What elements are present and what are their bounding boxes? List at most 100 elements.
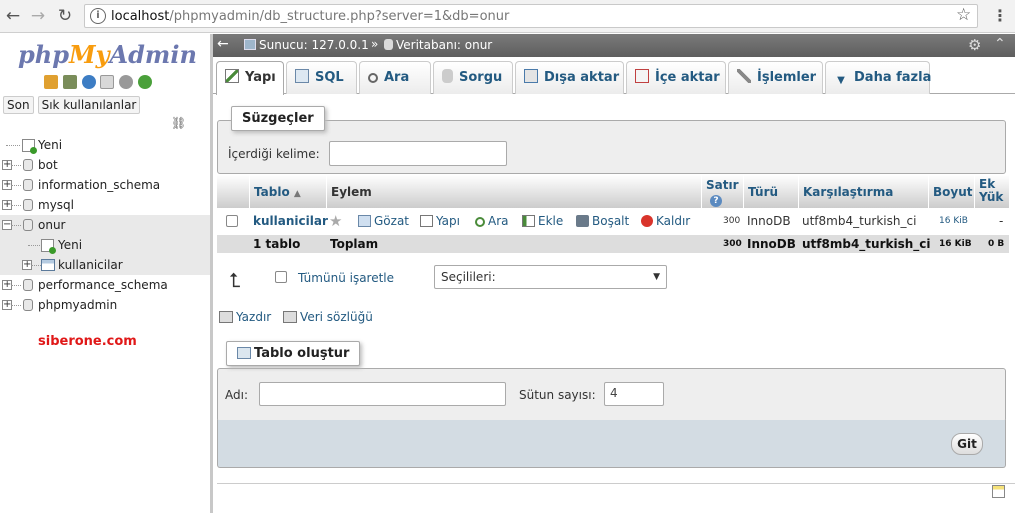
scroll-top-icon[interactable]: ⌃ [994,36,1006,52]
tree-item-new-table[interactable]: Yeni [0,235,210,255]
help-icon[interactable]: ? [710,195,722,207]
print-link[interactable]: Yazdır [219,310,271,324]
browser-menu-icon[interactable]: ⋮ [992,6,1008,25]
wrench-icon [737,69,751,83]
settings-gear-icon[interactable]: ⚙ [968,36,981,54]
drop-link[interactable]: Kaldır [641,208,690,235]
favorite-star-icon[interactable]: ★ [329,208,342,235]
tree-item-db-selected[interactable]: − onur [0,215,210,235]
filter-input[interactable] [329,141,507,166]
empty-link[interactable]: Boşalt [576,208,629,235]
table-name-input[interactable] [259,382,506,406]
breadcrumb-database[interactable]: Veritabanı: onur [384,38,492,52]
query-icon [442,69,453,83]
table-header: Tablo ▲ Eylem Satır? Türü Karşılaştırma … [217,174,1009,209]
total-row: 1 tablo Toplam 300 InnoDB utf8mb4_turkis… [217,235,1009,253]
console-icon[interactable] [992,485,1005,498]
docs-icon[interactable] [100,74,115,89]
divider [217,483,1015,484]
gear-icon[interactable] [119,74,134,89]
reload-icon[interactable]: ↻ [55,6,75,26]
header-type[interactable]: Türü [743,175,798,209]
header-rows[interactable]: Satır? [701,175,743,209]
with-selected-select[interactable]: Seçilileri: ▼ [434,265,667,289]
logout-icon[interactable] [62,74,77,89]
row-size[interactable]: 16 KiB [939,208,968,235]
data-dictionary-link[interactable]: Veri sözlüğü [283,310,373,324]
tab-export[interactable]: Dışa aktar [515,61,624,94]
browser-toolbar: ← → ↻ i localhost/phpmyadmin/db_structur… [0,0,1015,33]
header-size[interactable]: Boyut [928,175,974,209]
breadcrumb-server[interactable]: Sunucu: 127.0.0.1 [244,38,369,52]
total-table-count: 1 tablo [253,237,301,251]
address-bar[interactable]: i localhost/phpmyadmin/db_structure.php?… [84,4,978,28]
filter-legend: Süzgeçler [231,106,325,131]
insert-link[interactable]: Ekle [522,208,563,235]
tab-sql[interactable]: SQL [286,61,357,94]
navigation-panel: phpMyAdmin Son Sık kullanılanlar ⛓ Yeni +… [0,34,210,513]
header-table[interactable]: Tablo ▲ [249,175,326,209]
help-icon[interactable] [81,74,96,89]
header-overhead[interactable]: Ek Yük [974,175,1009,209]
arrow-up-icon: ⮤ [229,268,241,292]
structure-icon [225,69,239,83]
header-collation[interactable]: Karşılaştırma [798,175,928,209]
info-icon[interactable]: i [90,8,106,24]
home-icon[interactable] [44,74,58,89]
table-icon [41,259,55,271]
row-engine: InnoDB [747,214,791,228]
new-icon [41,239,56,254]
tab-favorites[interactable]: Sık kullanılanlar [37,96,141,114]
tree-item-table[interactable]: + kullanicilar [0,255,210,275]
back-icon[interactable]: ← [3,6,23,26]
check-all-label[interactable]: Tümünü işaretle [298,271,394,285]
tree-line [6,145,20,146]
structure-link[interactable]: Yapı [420,208,460,235]
tab-recent[interactable]: Son [3,96,34,114]
column-count-input[interactable]: 4 [604,382,664,406]
tab-structure[interactable]: Yapı [216,61,284,95]
tab-query[interactable]: Sorgu [433,61,513,94]
header-action: Eylem [326,175,701,209]
total-rows: 300 [723,239,742,249]
tree-line [11,305,21,306]
tree-item-new[interactable]: Yeni [0,135,210,155]
tree-item-db[interactable]: + bot [0,155,210,175]
chevron-down-icon: ▼ [653,272,660,282]
tab-more[interactable]: ▼ Daha fazla [825,61,931,94]
create-table-fieldset: Adı: Sütun sayısı: 4 [217,368,1006,422]
server-icon [244,39,256,50]
go-button[interactable]: Git [951,433,983,455]
row-checkbox[interactable] [226,215,238,227]
tab-operations[interactable]: İşlemler [728,61,823,94]
tab-search[interactable]: Ara [359,61,431,94]
create-table-footer [217,420,1006,468]
drop-icon [641,215,653,227]
refresh-icon[interactable] [138,74,153,89]
table-name-link[interactable]: kullanicilar [253,208,328,235]
database-icon [23,219,33,231]
tree-item-db[interactable]: + information_schema [0,175,210,195]
total-label: Toplam [330,237,379,251]
forward-icon[interactable]: → [28,6,48,26]
total-engine: InnoDB [747,237,796,251]
bookmark-star-icon[interactable]: ☆ [956,5,971,25]
tree-item-db[interactable]: + phpmyadmin [0,295,210,315]
tree-line [28,245,40,246]
link-icon[interactable]: ⛓ [171,116,186,130]
row-collation: utf8mb4_turkish_ci [802,214,917,228]
browse-link[interactable]: Gözat [358,208,409,235]
tree-line [11,165,21,166]
tree-item-db[interactable]: + mysql [0,195,210,215]
tab-import[interactable]: İçe aktar [626,61,726,94]
phpmyadmin-logo[interactable]: phpMyAdmin [18,40,197,69]
row-overhead: - [999,214,1004,228]
collapse-nav-icon[interactable]: ← [217,36,229,52]
print-icon [219,311,233,323]
tree-line [31,265,41,266]
tree-item-db[interactable]: + performance_schema [0,275,210,295]
watermark-text: siberone.com [38,334,137,349]
check-all-checkbox[interactable] [275,271,287,283]
search-link[interactable]: Ara [475,208,509,235]
tree-line [11,185,21,186]
